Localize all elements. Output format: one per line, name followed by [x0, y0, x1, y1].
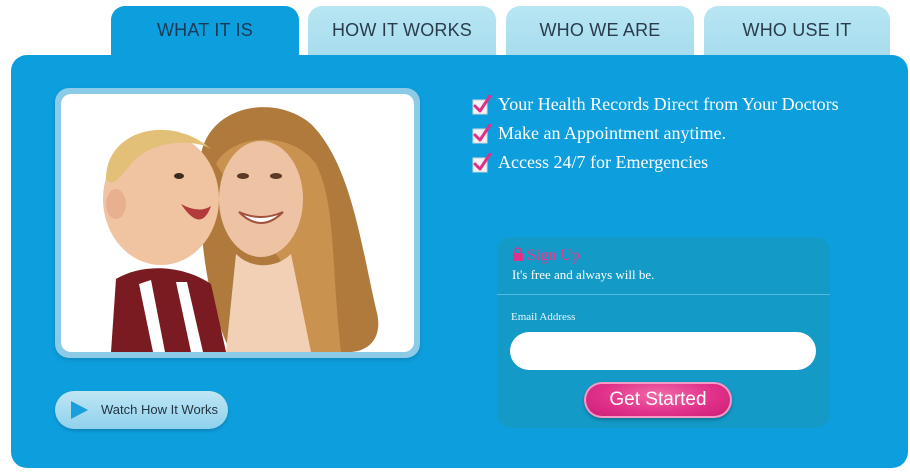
list-item: Your Health Records Direct from Your Doc… — [472, 90, 839, 119]
tab-label: HOW IT WORKS — [331, 20, 473, 40]
mother-child-photo — [103, 107, 379, 352]
hero-photo-frame — [55, 88, 420, 358]
feature-list: Your Health Records Direct from Your Doc… — [472, 90, 839, 177]
get-started-button[interactable]: Get Started — [584, 382, 732, 418]
lock-icon — [513, 247, 523, 261]
email-label: Email Address — [511, 311, 576, 323]
watch-button-label: Watch How It Works — [101, 402, 219, 417]
feature-text: Access 24/7 for Emergencies — [498, 152, 709, 172]
tab-label: WHAT IT IS — [156, 20, 253, 40]
signup-title: Sign Up — [527, 247, 580, 264]
list-item: Access 24/7 for Emergencies — [472, 148, 839, 177]
watch-how-it-works-button[interactable]: Watch How It Works — [55, 391, 228, 429]
checkbox-checked-icon — [472, 94, 492, 114]
signup-card: Sign Up It's free and always will be. Em… — [497, 237, 830, 428]
checkbox-checked-icon — [472, 123, 492, 143]
tab-label: WHO USE IT — [742, 20, 852, 40]
tab-how-it-works[interactable]: HOW IT WORKS — [308, 6, 496, 58]
signup-subtitle: It's free and always will be. — [512, 267, 655, 282]
divider — [497, 294, 830, 295]
hero-photo — [61, 94, 414, 352]
tab-who-we-are[interactable]: WHO WE ARE — [506, 6, 694, 58]
signup-header: Sign Up — [512, 247, 580, 265]
feature-text: Make an Appointment anytime. — [498, 123, 726, 143]
tab-who-use-it[interactable]: WHO USE IT — [704, 6, 890, 58]
email-field[interactable] — [510, 332, 816, 370]
list-item: Make an Appointment anytime. — [472, 119, 839, 148]
play-icon — [71, 401, 88, 419]
feature-text: Your Health Records Direct from Your Doc… — [498, 94, 839, 114]
checkbox-checked-icon — [472, 152, 492, 172]
tab-what-it-is[interactable]: WHAT IT IS — [111, 6, 299, 58]
tab-label: WHO WE ARE — [539, 20, 661, 40]
